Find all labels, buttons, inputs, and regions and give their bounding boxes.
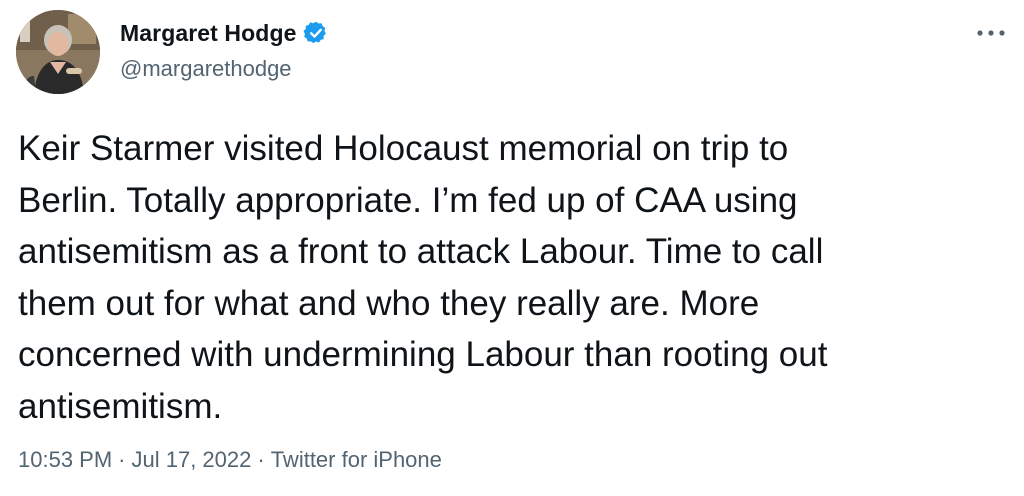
avatar[interactable]: [16, 10, 100, 94]
meta-separator: ·: [118, 447, 126, 472]
profile-photo-icon: [16, 10, 100, 94]
verified-badge-icon: [303, 20, 329, 46]
tweet-card: Margaret Hodge @margarethodge Keir Starm…: [0, 0, 1024, 496]
meta-separator: ·: [257, 447, 265, 472]
tweet-time[interactable]: 10:53 PM: [18, 447, 112, 473]
author-name-row: Margaret Hodge: [120, 18, 329, 48]
author-handle[interactable]: @margarethodge: [120, 56, 292, 82]
tweet-meta: 10:53 PM · Jul 17, 2022 · Twitter for iP…: [18, 447, 442, 473]
author-display-name[interactable]: Margaret Hodge: [120, 20, 296, 47]
tweet-source-link[interactable]: Twitter for iPhone: [271, 447, 442, 473]
more-options-button[interactable]: [972, 18, 1010, 48]
more-horizontal-icon: [977, 30, 1005, 36]
tweet-date[interactable]: Jul 17, 2022: [132, 447, 252, 473]
tweet-text: Keir Starmer visited Holocaust memorial …: [18, 129, 828, 426]
